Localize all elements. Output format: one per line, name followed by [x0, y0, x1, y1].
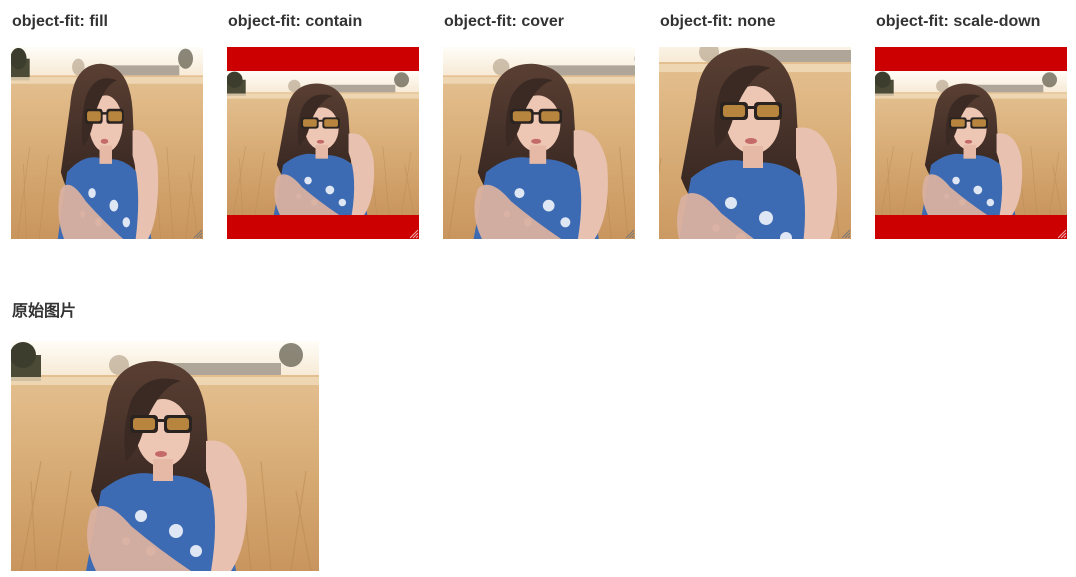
image-frame-contain [227, 47, 419, 239]
resize-handle-icon[interactable] [624, 228, 635, 239]
image-frame-fill [11, 47, 203, 239]
photo-image [443, 47, 635, 239]
resize-handle-icon[interactable] [408, 228, 419, 239]
original-image-title: 原始图片 [12, 303, 77, 320]
resize-handle-icon[interactable] [192, 228, 203, 239]
original-image-frame [11, 341, 319, 571]
demo-title-fill: object-fit: fill [12, 13, 108, 30]
demo-scale-down: object-fit: scale-down [875, 12, 1067, 239]
demo-cover: object-fit: cover [443, 12, 635, 239]
photo-image [227, 71, 419, 215]
demo-title-scale-down: object-fit: scale-down [876, 13, 1041, 30]
object-fit-demo-row: object-fit: fill object-fit: contain obj… [11, 12, 1067, 239]
image-frame-scale-down [875, 47, 1067, 239]
photo-image [875, 71, 1067, 215]
image-frame-none [659, 47, 851, 239]
demo-title-contain: object-fit: contain [228, 13, 363, 30]
photo-image [11, 47, 203, 239]
photo-image [11, 341, 319, 571]
image-frame-cover [443, 47, 635, 239]
resize-handle-icon[interactable] [840, 228, 851, 239]
demo-fill: object-fit: fill [11, 12, 203, 239]
demo-title-none: object-fit: none [660, 13, 776, 30]
resize-handle-icon[interactable] [1056, 228, 1067, 239]
demo-title-cover: object-fit: cover [444, 13, 565, 30]
photo-image [659, 47, 851, 239]
demo-none: object-fit: none [659, 12, 851, 239]
demo-contain: object-fit: contain [227, 12, 419, 239]
